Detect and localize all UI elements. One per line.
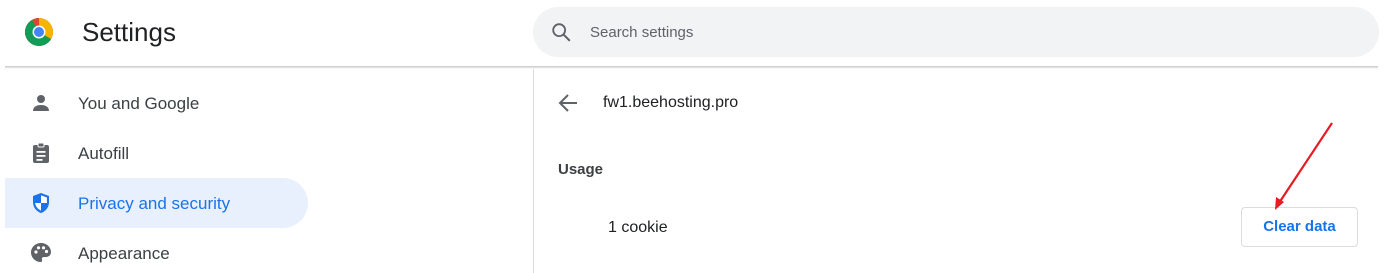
header-divider xyxy=(5,66,1378,69)
person-icon xyxy=(33,95,49,111)
search-icon xyxy=(552,23,571,42)
cookie-count: 1 cookie xyxy=(608,219,668,236)
page-title: Settings xyxy=(82,17,176,47)
sidebar-item-privacy-and-security[interactable]: Privacy and security xyxy=(5,178,308,228)
clear-data-button[interactable]: Clear data xyxy=(1241,207,1358,247)
chrome-logo-icon xyxy=(25,18,53,46)
sidebar-item-autofill[interactable]: Autofill xyxy=(5,128,308,178)
shield-icon xyxy=(33,193,49,213)
annotation-arrow xyxy=(1275,122,1333,210)
usage-heading: Usage xyxy=(558,161,604,178)
header: Settings xyxy=(0,0,1386,67)
palette-icon xyxy=(31,243,51,262)
sidebar-item-label: Appearance xyxy=(78,244,170,263)
sidebar-item-appearance[interactable]: Appearance xyxy=(5,228,308,273)
search-input[interactable] xyxy=(590,20,1290,44)
sidebar-item-label: Privacy and security xyxy=(78,194,231,213)
sidebar-item-label: Autofill xyxy=(78,144,130,163)
sidebar-item-label: You and Google xyxy=(78,94,200,113)
sidebar-item-you-and-google[interactable]: You and Google xyxy=(5,78,308,128)
back-arrow-icon[interactable] xyxy=(555,91,581,115)
site-title: fw1.beehosting.pro xyxy=(603,94,739,111)
content-divider xyxy=(533,69,534,273)
clipboard-icon xyxy=(33,142,49,163)
